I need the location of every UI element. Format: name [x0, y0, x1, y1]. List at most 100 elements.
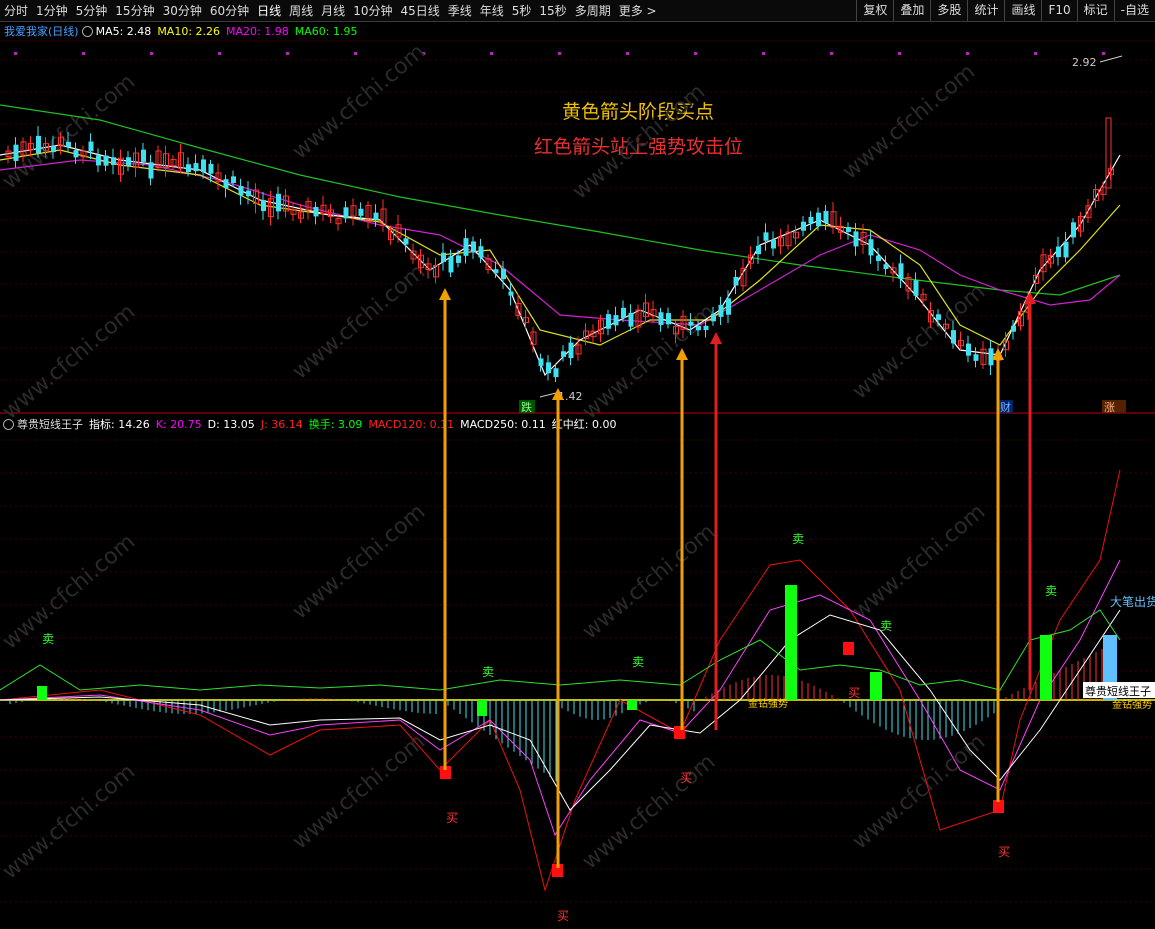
candle-body: [538, 358, 544, 366]
candle-body: [343, 207, 349, 219]
watermark: www.cfchi.com: [568, 79, 710, 204]
gold-text: 金钻强势: [1112, 698, 1152, 711]
watermark: www.cfchi.com: [578, 519, 720, 644]
marker-dot: [1102, 52, 1105, 55]
high-marker: 2.92: [1072, 56, 1097, 69]
marker-dot: [762, 52, 765, 55]
candle-body: [876, 255, 881, 261]
candle-body: [103, 155, 109, 166]
marker-dot: [286, 52, 289, 55]
candle-body: [853, 231, 859, 247]
buy-label: 买: [848, 686, 860, 700]
candle-body: [703, 325, 709, 331]
candle-body: [733, 276, 739, 286]
candle-body: [471, 241, 476, 252]
tag-cai: 财: [1000, 400, 1011, 414]
watermark: www.cfchi.com: [838, 59, 980, 184]
watermark: www.cfchi.com: [288, 39, 430, 164]
candle-body: [148, 162, 154, 179]
candle-body: [546, 362, 551, 374]
sell-label: 卖: [632, 655, 644, 669]
candle-body: [223, 179, 229, 189]
marker-dot: [218, 52, 221, 55]
marker-dot: [626, 52, 629, 55]
candle-body: [231, 176, 236, 183]
sell-block: [870, 672, 882, 700]
candle-body: [313, 206, 319, 217]
candle-body: [51, 145, 56, 153]
candle-body: [688, 321, 694, 326]
candle-body: [186, 164, 191, 173]
sell-block: [785, 585, 797, 700]
tag-die: 跌: [521, 400, 532, 414]
watermark: www.cfchi.com: [288, 499, 430, 624]
candle-body: [808, 216, 814, 224]
candle-body: [501, 269, 506, 280]
candle-body: [883, 264, 889, 270]
candle-body: [276, 193, 281, 212]
candle-body: [508, 291, 514, 296]
candle-body: [13, 144, 19, 161]
candle-body: [493, 269, 499, 274]
buy-label: 买: [998, 845, 1010, 859]
watermark: www.cfchi.com: [0, 529, 140, 654]
candle-body: [448, 256, 454, 273]
candle-body: [463, 238, 469, 256]
candle-body: [36, 135, 41, 154]
watermark: www.cfchi.com: [0, 759, 140, 884]
candle-body: [658, 312, 664, 326]
price-chart[interactable]: www.cfchi.com www.cfchi.com www.cfchi.com w…: [0, 0, 1155, 929]
candle-body: [1011, 325, 1016, 332]
sell-block: [37, 686, 47, 700]
buy-label: 买: [680, 771, 692, 785]
candle-body: [88, 141, 94, 152]
marker-line: [539, 392, 557, 398]
candle-body: [846, 227, 851, 232]
candle-body: [613, 315, 619, 326]
candle-body: [763, 232, 769, 241]
marker-dot: [14, 52, 17, 55]
candle-body: [1063, 241, 1069, 258]
candle-body: [913, 280, 919, 296]
buy-block: [843, 642, 854, 655]
big-sell-label: 大笔出货: [1110, 594, 1155, 609]
candle-body: [126, 157, 131, 166]
candle-body: [756, 245, 761, 255]
marker-dot: [898, 52, 901, 55]
marker-dot: [694, 52, 697, 55]
ma60-line: [0, 104, 1121, 296]
candle-body: [246, 190, 251, 197]
buy-label: 买: [557, 909, 569, 923]
buy-label: 买: [446, 811, 458, 825]
sell-block: [627, 700, 637, 710]
candle-body: [666, 313, 671, 325]
candle-body: [898, 263, 904, 280]
candle-body: [193, 163, 199, 172]
buy-arrow-red-head: [710, 332, 722, 344]
sell-block: [477, 700, 487, 716]
candle-body: [823, 210, 829, 224]
candle-body: [936, 314, 941, 320]
candle-body: [711, 313, 716, 322]
tag-zhang: 涨: [1104, 401, 1115, 414]
candle-body: [208, 163, 214, 174]
candle-body: [553, 368, 559, 378]
turnover-line: [0, 609, 1121, 691]
candle-body: [568, 342, 574, 358]
k-line: [0, 559, 1121, 837]
sell-label: 卖: [880, 619, 892, 633]
marker-dot: [354, 52, 357, 55]
marker-dot: [82, 52, 85, 55]
marker-dot: [558, 52, 561, 55]
gold-text: 金钻强势: [748, 697, 788, 710]
sell-label: 卖: [1045, 584, 1057, 598]
sell-label: 卖: [482, 665, 494, 679]
watermark: www.cfchi.com: [288, 729, 430, 854]
candle-body: [403, 238, 409, 245]
marker-dot: [150, 52, 153, 55]
watermark: www.cfchi.com: [288, 259, 430, 384]
candle-body: [456, 255, 461, 263]
candle-body: [1071, 222, 1076, 238]
candle-body: [621, 307, 626, 319]
candle-body: [73, 150, 79, 158]
